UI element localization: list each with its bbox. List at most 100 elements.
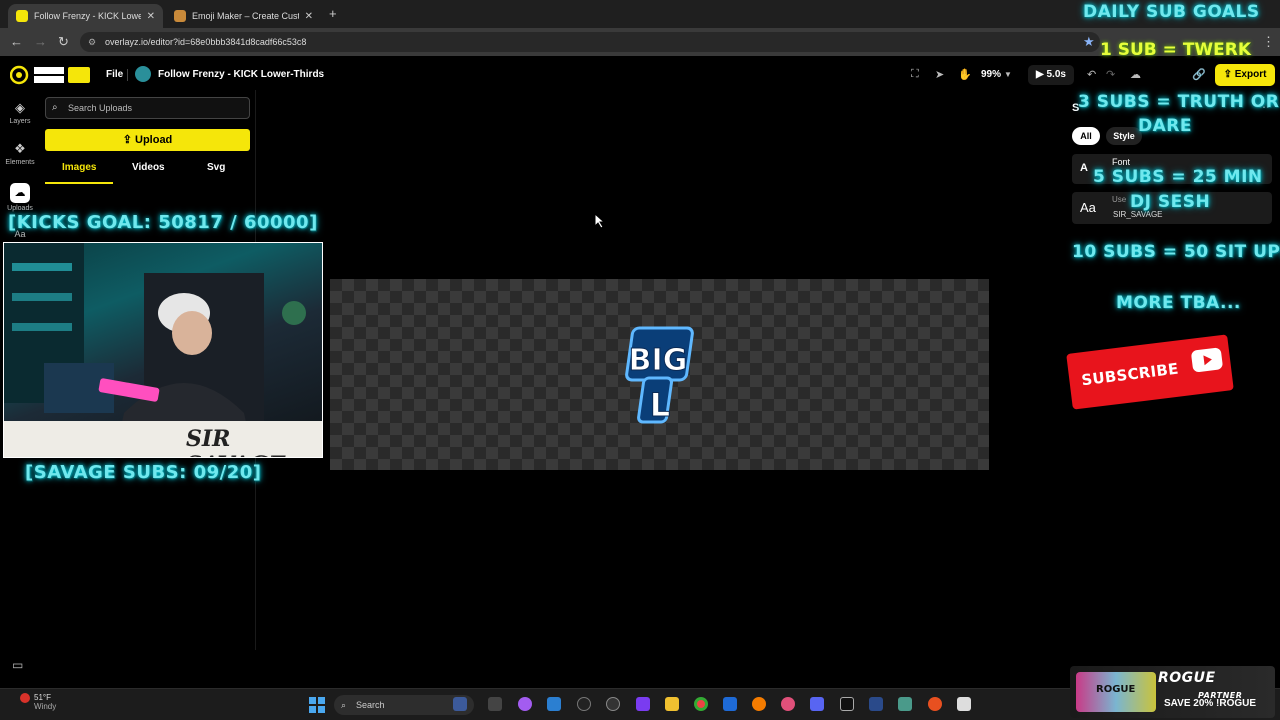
logo-text-l: L — [650, 386, 670, 424]
close-tab-icon[interactable]: ✕ — [147, 11, 155, 22]
tab-videos[interactable]: Videos — [132, 162, 165, 173]
discord-icon[interactable] — [810, 697, 824, 711]
row-prefix: Use — [1112, 195, 1127, 204]
overlayz-logo-icon[interactable] — [10, 65, 92, 85]
subscribe-label: SUBSCRIBE — [1080, 359, 1180, 390]
flag-icon[interactable] — [453, 697, 467, 711]
project-title[interactable]: Follow Frenzy - KICK Lower-Thirds — [158, 69, 324, 80]
task-view-icon[interactable] — [488, 697, 502, 711]
weather-widget[interactable]: 51°F Windy — [14, 693, 56, 711]
active-tab-underline — [45, 182, 113, 184]
soundcloud-icon[interactable] — [752, 697, 766, 711]
chevron-down-icon[interactable]: ▼ — [1004, 70, 1012, 79]
taskbar-search-label: Search — [356, 700, 385, 710]
maps-pin-icon[interactable] — [781, 697, 795, 711]
play-icon: ▶ — [1036, 69, 1047, 80]
back-icon[interactable]: ← — [10, 34, 23, 49]
desktop-icon[interactable] — [547, 697, 561, 711]
search-icon: ⌕ — [341, 700, 347, 710]
search-placeholder: Search Uploads — [68, 103, 133, 113]
grid-app-icon[interactable] — [636, 697, 650, 711]
logo-text-big: BIG — [629, 343, 688, 378]
share-link-icon[interactable]: 🔗 — [1192, 68, 1206, 81]
goal-5-subs-line2: DJ SESH — [1130, 192, 1211, 212]
export-icon: ⇪ — [1223, 69, 1235, 80]
elements-icon: ❖ — [14, 141, 26, 156]
select-pointer-icon[interactable]: ➤ — [935, 68, 944, 81]
more-tba-text: MORE TBA... — [1116, 293, 1241, 313]
rail-label: Layers — [9, 118, 31, 125]
browser-tab-active[interactable]: Follow Frenzy - KICK Lower-Thi ✕ — [8, 4, 163, 28]
forward-icon[interactable]: → — [34, 34, 47, 49]
big-l-logo[interactable]: BIG L — [624, 322, 696, 428]
play-preview-button[interactable]: ▶ 5.0s — [1028, 65, 1074, 85]
file-menu[interactable]: File — [106, 69, 123, 80]
layers-icon: ◈ — [15, 100, 25, 115]
goal-5-subs-line1: 5 SUBS = 25 MIN — [1093, 167, 1263, 187]
search-uploads-input[interactable]: ⌕ Search Uploads — [45, 97, 250, 119]
notes-icon[interactable] — [898, 697, 912, 711]
rogue-discount-text: SAVE 20% !ROGUE — [1164, 698, 1257, 709]
upload-cloud-icon: ☁ — [10, 183, 30, 203]
file-explorer-icon[interactable] — [665, 697, 679, 711]
tab-images[interactable]: Images — [62, 162, 96, 173]
app-icon[interactable] — [869, 697, 883, 711]
copilot-icon[interactable] — [518, 697, 532, 711]
browser-menu-icon[interactable]: ⋮ — [1262, 34, 1275, 50]
temperature: 51°F — [34, 693, 51, 702]
filter-all-pill[interactable]: All — [1072, 127, 1100, 145]
app-icon[interactable] — [957, 697, 971, 711]
rail-layers[interactable]: ◈ Layers — [4, 100, 36, 125]
browser-tab[interactable]: Emoji Maker – Create Custom E ✕ — [166, 4, 321, 28]
bookmark-star-icon[interactable]: ★ — [1083, 34, 1095, 50]
app-icon[interactable] — [606, 697, 620, 711]
savage-subs-counter: [SAVAGE SUBS: 09/20] — [25, 462, 262, 483]
url-text: overlayz.io/editor?id=68e0bbb3841d8cadf6… — [105, 37, 307, 47]
close-tab-icon[interactable]: ✕ — [305, 11, 313, 22]
app-icon[interactable] — [577, 697, 591, 711]
capcut-icon[interactable] — [840, 697, 854, 711]
youtube-play-icon — [1190, 347, 1224, 373]
kicks-goal-text: [KICKS GOAL: 50817 / 60000] — [8, 212, 318, 233]
reload-icon[interactable]: ↻ — [58, 34, 69, 50]
export-button[interactable]: ⇪ Export — [1215, 64, 1275, 86]
site-info-icon[interactable]: ⚙ — [88, 32, 96, 52]
fit-screen-icon[interactable]: ⛶ — [911, 68, 919, 81]
cloud-save-icon[interactable]: ☁ — [1130, 68, 1141, 81]
webcam-feed: SIR SAVAGE — [3, 242, 323, 458]
rogue-product-label: ROGUE — [1096, 684, 1136, 695]
goal-3-subs-line2: DARE — [1138, 116, 1192, 136]
filter-style-pill[interactable]: Style — [1106, 127, 1142, 145]
font-icon: A — [1080, 162, 1088, 174]
duration-label: 5.0s — [1046, 69, 1066, 80]
upload-button[interactable]: ⇪ Upload — [45, 129, 250, 151]
hand-tool-icon[interactable]: ✋ — [958, 68, 972, 81]
tab-title: Follow Frenzy - KICK Lower-Thi — [34, 11, 141, 21]
browser-address-bar: ← → ↻ ⚙ overlayz.io/editor?id=68e0bbb384… — [0, 28, 1280, 56]
mouse-cursor-icon — [594, 213, 606, 229]
upload-label: Upload — [135, 134, 173, 146]
chrome-icon[interactable] — [694, 697, 708, 711]
goal-10-subs: 10 SUBS = 50 SIT UPS — [1072, 242, 1280, 262]
rail-label: Uploads — [7, 205, 33, 212]
rogue-brand-text: ROGUE — [1158, 670, 1216, 686]
new-tab-icon[interactable]: + — [329, 6, 337, 21]
overlayz-favicon-icon — [16, 10, 28, 22]
app-icon[interactable] — [928, 697, 942, 711]
redo-icon[interactable]: ↷ — [1106, 68, 1115, 81]
tab-title: Emoji Maker – Create Custom E — [192, 11, 299, 21]
zoom-level[interactable]: 99% — [981, 69, 1001, 80]
header-divider — [127, 69, 128, 81]
windows-start-icon[interactable] — [309, 697, 325, 713]
app-icon[interactable] — [723, 697, 737, 711]
tab-svg[interactable]: Svg — [207, 162, 225, 173]
url-field[interactable]: ⚙ overlayz.io/editor?id=68e0bbb3841d8cad… — [80, 32, 1100, 52]
bottom-rail-icon[interactable]: ▭ — [12, 658, 23, 672]
undo-icon[interactable]: ↶ — [1087, 68, 1096, 81]
upload-icon: ⇪ — [122, 134, 135, 146]
project-thumbnail-icon — [135, 66, 151, 82]
rail-elements[interactable]: ❖ Elements — [4, 141, 36, 166]
weather-condition: Windy — [34, 702, 57, 711]
rail-uploads[interactable]: ☁ Uploads — [4, 183, 36, 212]
goal-1-sub: 1 SUB = TWERK — [1100, 40, 1252, 60]
